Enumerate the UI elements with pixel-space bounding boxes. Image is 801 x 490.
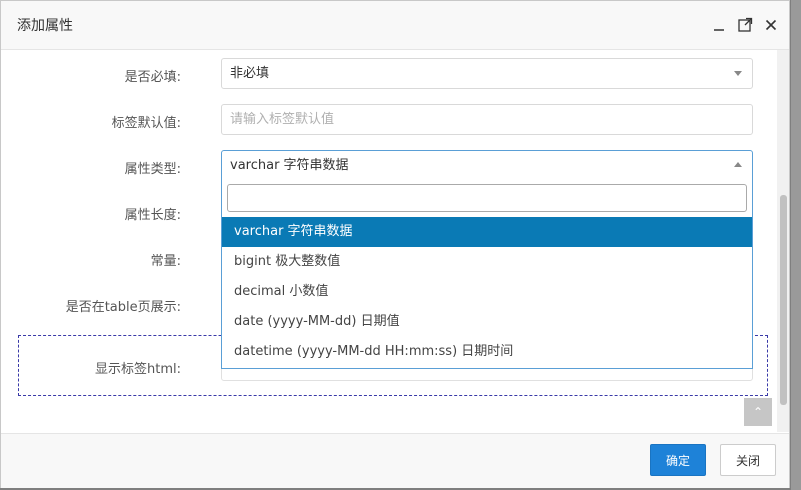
attr-type-label: 属性类型: [124, 162, 181, 177]
required-select[interactable]: 非必填 [221, 58, 753, 89]
show-in-table-label: 是否在table页展示: [65, 300, 181, 315]
dialog-titlebar: 添加属性 [1, 1, 789, 50]
dropdown-option[interactable]: bigint 极大整数值 [222, 247, 752, 277]
background-strip [791, 0, 801, 490]
maximize-icon[interactable] [735, 15, 755, 35]
add-attribute-dialog: 添加属性 是否必填: 非必填 标签默认值: 请输入标签默认值 属性类型: var… [0, 0, 790, 488]
body-scrollbar[interactable] [777, 50, 789, 432]
dialog-body: 是否必填: 非必填 标签默认值: 属性类型: varchar 字符串数据 属性长… [1, 50, 789, 432]
dropdown-option[interactable]: varchar 字符串数据 [222, 217, 752, 247]
minimize-icon[interactable] [709, 15, 729, 35]
constant-label: 常量: [150, 254, 181, 269]
dialog-footer: 确定 关闭 [1, 433, 789, 488]
scrollbar-thumb[interactable] [780, 195, 787, 405]
attr-type-dropdown: varchar 字符串数据 bigint 极大整数值 decimal 小数值 d… [221, 179, 753, 369]
chevron-up-icon [734, 162, 742, 167]
attr-length-label: 属性长度: [124, 208, 181, 223]
default-value-row: 标签默认值: [1, 104, 761, 136]
default-value-field [221, 104, 753, 135]
required-label: 是否必填: [124, 70, 181, 85]
back-to-top-button[interactable]: ⌃ [744, 398, 772, 426]
titlebar-controls [709, 15, 781, 35]
close-button[interactable]: 关闭 [720, 444, 776, 476]
attr-type-row: 属性类型: varchar 字符串数据 [1, 150, 761, 182]
display-html-label: 显示标签html: [95, 362, 181, 377]
dropdown-search-input[interactable] [227, 184, 747, 212]
required-row: 是否必填: 非必填 [1, 58, 761, 90]
required-value: 非必填 [230, 66, 270, 81]
double-chevron-up-icon: ⌃ [752, 405, 764, 419]
chevron-down-icon [734, 71, 742, 76]
attr-type-select[interactable]: varchar 字符串数据 [221, 150, 753, 181]
dropdown-option-list: varchar 字符串数据 bigint 极大整数值 decimal 小数值 d… [222, 217, 752, 367]
default-value-label: 标签默认值: [111, 116, 181, 131]
dialog-title: 添加属性 [17, 18, 73, 34]
default-value-input[interactable] [230, 106, 744, 133]
attr-type-value: varchar 字符串数据 [230, 158, 349, 173]
close-icon[interactable] [761, 15, 781, 35]
dropdown-option[interactable]: date (yyyy-MM-dd) 日期值 [222, 307, 752, 337]
dropdown-option[interactable]: decimal 小数值 [222, 277, 752, 307]
dropdown-option[interactable]: datetime (yyyy-MM-dd HH:mm:ss) 日期时间 [222, 337, 752, 367]
confirm-button[interactable]: 确定 [650, 444, 706, 476]
